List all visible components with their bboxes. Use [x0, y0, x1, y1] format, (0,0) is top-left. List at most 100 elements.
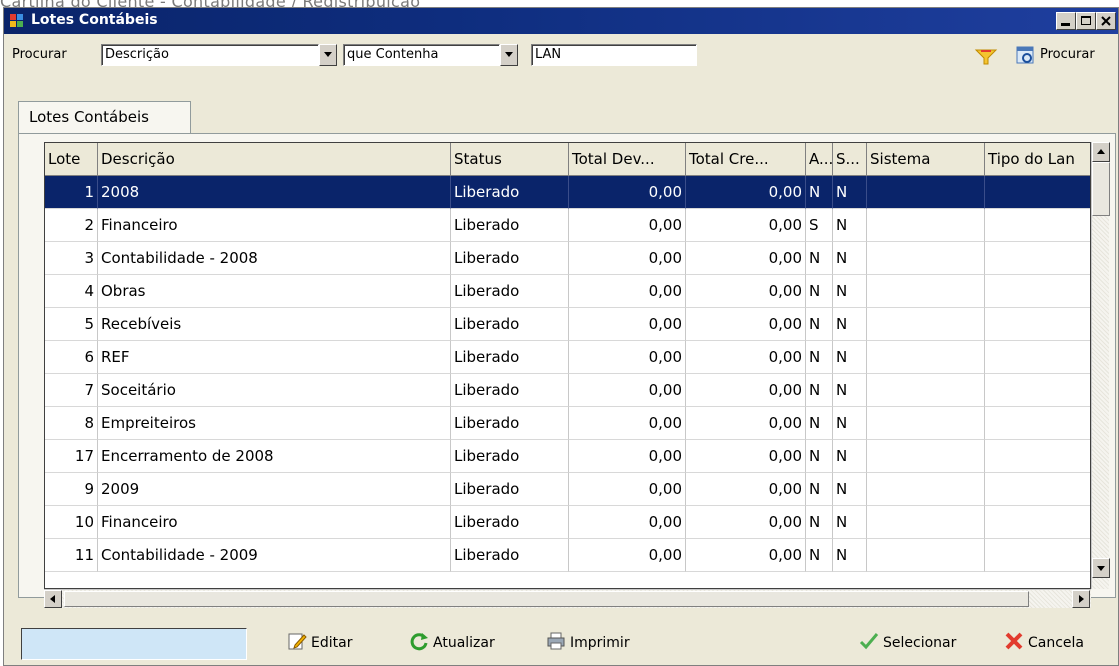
cell-tipo-do-lancamento: [985, 341, 1090, 374]
cell-tipo-do-lancamento: [985, 374, 1090, 407]
refresh-icon: [410, 633, 428, 651]
cell-tipo-do-lancamento: [985, 440, 1090, 473]
cell-a: N: [806, 275, 833, 308]
cell-total-dev: 0,00: [569, 176, 686, 209]
cell-lote: 5: [45, 308, 98, 341]
cell-descricao: 2008: [98, 176, 451, 209]
cell-total-dev: 0,00: [569, 209, 686, 242]
column-header-total-dev[interactable]: Total Dev...: [569, 143, 686, 176]
cell-sistema: [867, 275, 985, 308]
cell-lote: 3: [45, 242, 98, 275]
table-row[interactable]: 6 REF Liberado 0,00 0,00 N N: [45, 341, 1090, 374]
cell-a: N: [806, 473, 833, 506]
imprimir-label: Imprimir: [570, 635, 630, 651]
cell-tipo-do-lancamento: [985, 176, 1090, 209]
scroll-up-button[interactable]: [1092, 142, 1110, 162]
filter-icon[interactable]: [974, 48, 998, 66]
table-row[interactable]: 4 Obras Liberado 0,00 0,00 N N: [45, 275, 1090, 308]
cell-total-dev: 0,00: [569, 275, 686, 308]
cell-s: N: [833, 341, 867, 374]
maximize-button[interactable]: [1076, 12, 1096, 30]
lotes-grid[interactable]: Lote Descrição Status Total Dev... Total…: [44, 142, 1091, 589]
column-header-a[interactable]: A...: [806, 143, 833, 176]
column-header-s[interactable]: S...: [833, 143, 867, 176]
cell-sistema: [867, 308, 985, 341]
selecionar-label: Selecionar: [883, 635, 957, 651]
cell-a: N: [806, 407, 833, 440]
close-button[interactable]: [1096, 12, 1116, 30]
cell-descricao: Obras: [98, 275, 451, 308]
cell-tipo-do-lancamento: [985, 539, 1090, 572]
cell-a: N: [806, 506, 833, 539]
cell-s: N: [833, 275, 867, 308]
cell-total-cre: 0,00: [686, 242, 806, 275]
minimize-button[interactable]: [1056, 12, 1076, 30]
table-row[interactable]: 7 Soceitário Liberado 0,00 0,00 N N: [45, 374, 1090, 407]
cell-total-cre: 0,00: [686, 473, 806, 506]
scroll-right-button[interactable]: [1072, 590, 1090, 608]
cell-s: N: [833, 242, 867, 275]
column-header-lote[interactable]: Lote: [45, 143, 98, 176]
edit-icon: [288, 633, 307, 650]
cell-a: N: [806, 341, 833, 374]
column-header-descricao[interactable]: Descrição: [98, 143, 451, 176]
search-text-input[interactable]: LAN: [531, 44, 697, 66]
table-row[interactable]: 9 2009 Liberado 0,00 0,00 N N: [45, 473, 1090, 506]
cell-total-dev: 0,00: [569, 242, 686, 275]
checkmark-icon: [859, 633, 879, 650]
tab-lotes-contabeis[interactable]: Lotes Contábeis: [18, 101, 191, 134]
cell-status: Liberado: [451, 539, 569, 572]
cell-total-cre: 0,00: [686, 539, 806, 572]
cell-descricao: Contabilidade - 2009: [98, 539, 451, 572]
table-row[interactable]: 11 Contabilidade - 2009 Liberado 0,00 0,00 N N: [45, 539, 1090, 572]
selecionar-button[interactable]: Selecionar: [859, 628, 956, 658]
cell-total-cre: 0,00: [686, 275, 806, 308]
search-field-dropdown-button[interactable]: [319, 44, 337, 66]
cell-total-dev: 0,00: [569, 473, 686, 506]
column-header-tipo-do-lancamento[interactable]: Tipo do Lan: [985, 143, 1090, 176]
vertical-scroll-thumb[interactable]: [1092, 162, 1110, 216]
table-row[interactable]: 5 Recebíveis Liberado 0,00 0,00 N N: [45, 308, 1090, 341]
cell-tipo-do-lancamento: [985, 506, 1090, 539]
cancel-x-icon: [1005, 632, 1023, 650]
column-header-status[interactable]: Status: [451, 143, 569, 176]
cell-total-dev: 0,00: [569, 440, 686, 473]
cell-s: N: [833, 176, 867, 209]
search-field-select[interactable]: Descrição: [101, 44, 319, 66]
cell-status: Liberado: [451, 407, 569, 440]
cell-descricao: Empreiteiros: [98, 407, 451, 440]
search-condition-select[interactable]: que Contenha: [343, 44, 500, 66]
editar-button[interactable]: Editar: [287, 628, 352, 658]
title-bar[interactable]: Lotes Contábeis: [4, 8, 1118, 34]
cell-descricao: 2009: [98, 473, 451, 506]
scroll-left-button[interactable]: [44, 590, 62, 608]
cell-lote: 2: [45, 209, 98, 242]
scroll-down-button[interactable]: [1092, 558, 1110, 578]
horizontal-scrollbar[interactable]: [44, 589, 1091, 608]
arrow-left-icon: [50, 595, 55, 603]
cell-sistema: [867, 176, 985, 209]
table-row[interactable]: 10 Financeiro Liberado 0,00 0,00 N N: [45, 506, 1090, 539]
atualizar-button[interactable]: Atualizar: [409, 628, 495, 658]
cell-s: N: [833, 440, 867, 473]
imprimir-button[interactable]: Imprimir: [546, 628, 630, 658]
table-row[interactable]: 1 2008 Liberado 0,00 0,00 N N: [45, 176, 1090, 209]
cancela-button[interactable]: Cancela: [1004, 628, 1084, 658]
cell-total-cre: 0,00: [686, 506, 806, 539]
search-condition-dropdown-button[interactable]: [500, 44, 518, 66]
quick-search-input[interactable]: [21, 628, 247, 660]
horizontal-scroll-thumb[interactable]: [64, 591, 1029, 607]
column-header-sistema[interactable]: Sistema: [867, 143, 985, 176]
table-row[interactable]: 17 Encerramento de 2008 Liberado 0,00 0,00 N N: [45, 440, 1090, 473]
table-row[interactable]: 2 Financeiro Liberado 0,00 0,00 S N: [45, 209, 1090, 242]
cell-s: N: [833, 539, 867, 572]
cell-a: N: [806, 440, 833, 473]
table-row[interactable]: 8 Empreiteiros Liberado 0,00 0,00 N N: [45, 407, 1090, 440]
vertical-scrollbar[interactable]: [1091, 142, 1110, 589]
table-row[interactable]: 3 Contabilidade - 2008 Liberado 0,00 0,00 N N: [45, 242, 1090, 275]
search-label: Procurar: [12, 47, 67, 62]
cell-lote: 17: [45, 440, 98, 473]
cell-a: N: [806, 242, 833, 275]
column-header-total-cre[interactable]: Total Cre...: [686, 143, 806, 176]
cell-total-dev: 0,00: [569, 341, 686, 374]
